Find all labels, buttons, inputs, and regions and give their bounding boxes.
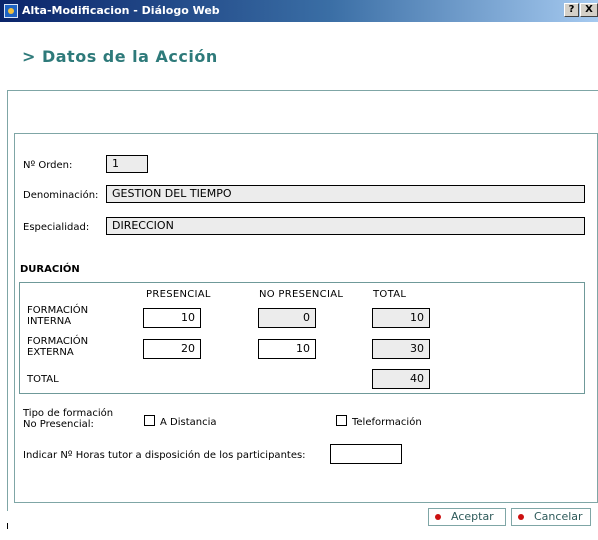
cancelar-button[interactable]: Cancelar — [511, 508, 591, 526]
cancelar-label: Cancelar — [534, 510, 583, 523]
red-bullet-icon — [518, 514, 524, 520]
title-bar: Alta-Modificacion - Diálogo Web ? X — [0, 0, 598, 22]
total-label: TOTAL — [27, 374, 59, 385]
row-externa-label-1: FORMACIÓN — [27, 336, 89, 347]
page-heading: > Datos de la Acción — [22, 47, 218, 66]
duracion-title: DURACIÓN — [20, 264, 80, 275]
externa-total-field: 30 — [372, 339, 430, 359]
col-total: TOTAL — [373, 289, 407, 300]
denominacion-field[interactable]: GESTION DEL TIEMPO — [106, 185, 585, 203]
horas-tutor-label: Indicar Nº Horas tutor a disposición de … — [23, 450, 306, 461]
row-interna-label-2: INTERNA — [27, 316, 72, 327]
horas-tutor-input[interactable] — [330, 444, 402, 464]
close-button[interactable]: X — [580, 3, 598, 17]
aceptar-button[interactable]: Aceptar — [428, 508, 506, 526]
aceptar-label: Aceptar — [451, 510, 494, 523]
orden-label: Nº Orden: — [23, 160, 73, 171]
orden-field[interactable]: 1 — [106, 155, 148, 173]
app-icon — [4, 4, 18, 18]
interna-no-presencial-input[interactable]: 0 — [258, 308, 316, 328]
denominacion-label: Denominación: — [23, 190, 99, 201]
help-button[interactable]: ? — [564, 3, 579, 17]
row-externa-label-2: EXTERNA — [27, 347, 74, 358]
edge-mark — [7, 523, 8, 529]
especialidad-field[interactable]: DIRECCION — [106, 217, 585, 235]
externa-no-presencial-input[interactable]: 10 — [258, 339, 316, 359]
red-bullet-icon — [435, 514, 441, 520]
col-presencial: PRESENCIAL — [146, 289, 211, 300]
teleformacion-checkbox[interactable] — [336, 415, 347, 426]
tipo-label-2: No Presencial: — [23, 419, 94, 430]
col-no-presencial: NO PRESENCIAL — [259, 289, 344, 300]
a-distancia-checkbox[interactable] — [144, 415, 155, 426]
interna-presencial-input[interactable]: 10 — [143, 308, 201, 328]
tipo-label-1: Tipo de formación — [23, 408, 114, 419]
externa-presencial-input[interactable]: 20 — [143, 339, 201, 359]
row-interna-label-1: FORMACIÓN — [27, 305, 89, 316]
window-title: Alta-Modificacion - Diálogo Web — [22, 4, 220, 17]
teleformacion-label: Teleformación — [352, 417, 422, 428]
a-distancia-label: A Distancia — [160, 417, 217, 428]
grand-total-field: 40 — [372, 369, 430, 389]
especialidad-label: Especialidad: — [23, 222, 90, 233]
interna-total-field: 10 — [372, 308, 430, 328]
